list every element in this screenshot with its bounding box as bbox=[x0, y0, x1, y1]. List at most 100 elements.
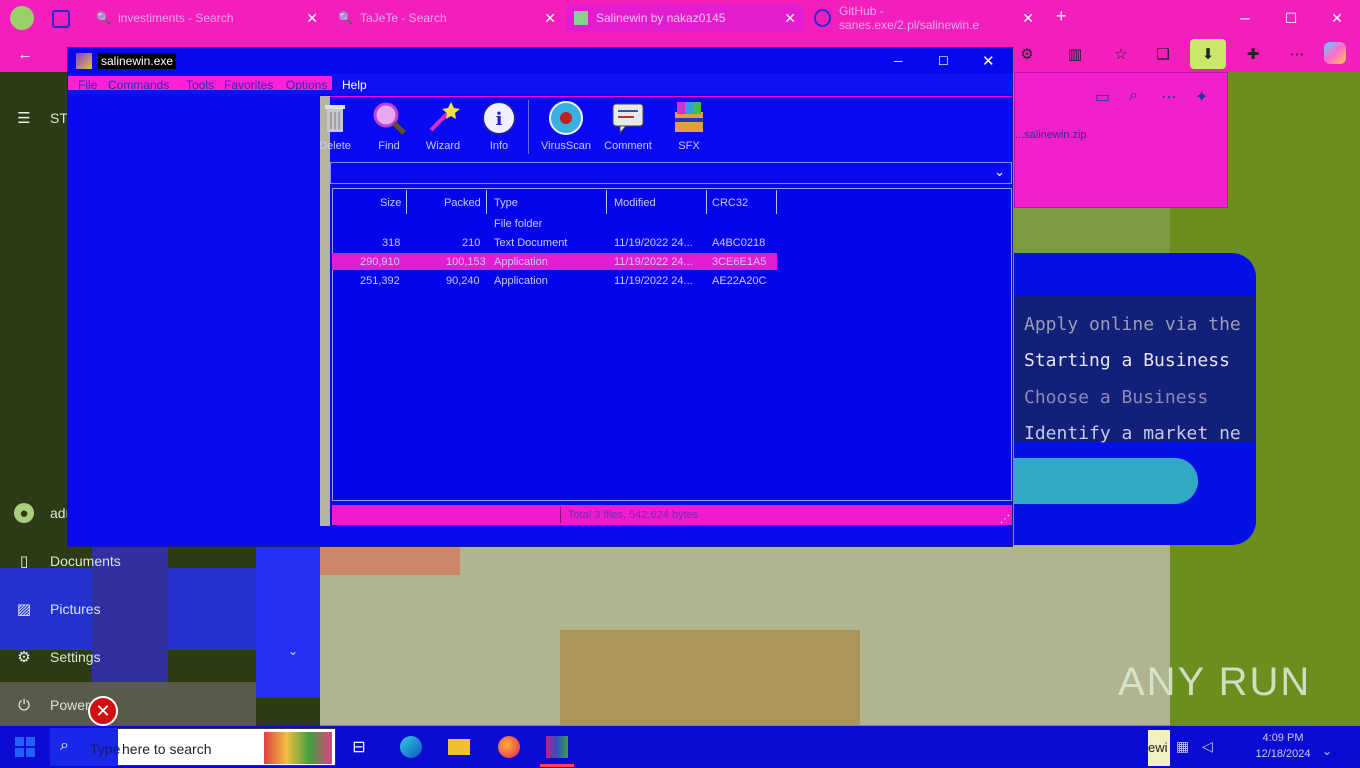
pin-icon[interactable]: ✦ bbox=[1195, 87, 1208, 107]
column-crc[interactable]: CRC32 bbox=[712, 193, 748, 213]
download-icon[interactable]: ⬇ bbox=[1190, 39, 1226, 69]
menu-commands[interactable]: Commands bbox=[108, 78, 169, 92]
menu-favorites[interactable]: Favorites bbox=[224, 78, 273, 92]
trash-icon bbox=[325, 105, 345, 132]
tab-2[interactable]: 🔍 TaJeTe - Search ✕ bbox=[330, 4, 564, 32]
close-window-icon[interactable]: ✕ bbox=[1314, 0, 1360, 36]
tray-app-label[interactable]: ewi bbox=[1148, 730, 1170, 766]
row-4-crc: AE22A20C bbox=[712, 275, 767, 287]
back-icon[interactable]: ← bbox=[12, 42, 38, 66]
close-icon[interactable]: ✕ bbox=[544, 10, 556, 27]
download-item-name[interactable]: ...salinewin.zip bbox=[1015, 129, 1087, 141]
sfx-button[interactable]: SFX bbox=[664, 100, 714, 152]
close-icon[interactable]: ✕ bbox=[306, 10, 318, 27]
menu-help[interactable]: Help bbox=[342, 78, 367, 92]
profile-avatar[interactable] bbox=[10, 6, 34, 30]
more-icon[interactable]: ⋯ bbox=[1284, 42, 1310, 66]
column-packed[interactable]: Packed bbox=[444, 193, 481, 213]
close-icon[interactable]: ✕ bbox=[784, 10, 796, 27]
tab-4[interactable]: GitHub - sanes.exe/2.pl/salinewin.e ✕ bbox=[806, 4, 1042, 32]
collections-icon[interactable]: ❏ bbox=[1150, 42, 1176, 66]
start-item-label: Pictures bbox=[50, 601, 101, 617]
column-type[interactable]: Type bbox=[494, 193, 518, 213]
app-icon bbox=[76, 53, 92, 69]
downloads-panel: ▭ ⌕ ⋯ ✦ ...salinewin.zip bbox=[1014, 72, 1228, 208]
taskbar-clock[interactable]: 4:09 PM 12/18/2024 bbox=[1240, 730, 1326, 762]
file-explorer-icon[interactable] bbox=[446, 734, 472, 760]
file-list bbox=[332, 188, 1012, 501]
card-line-2[interactable]: Starting a Business bbox=[1024, 350, 1230, 371]
find-button[interactable]: Find bbox=[364, 100, 414, 152]
chevron-down-icon[interactable]: ⌄ bbox=[994, 164, 1005, 180]
start-item-label: Power bbox=[50, 697, 90, 713]
search-icon[interactable]: ⌕ bbox=[1129, 87, 1138, 105]
notification-icon[interactable]: ⌄ bbox=[1322, 744, 1332, 758]
split-screen-icon[interactable]: ▥ bbox=[1062, 42, 1088, 66]
menu-file[interactable]: File bbox=[78, 78, 97, 92]
firefox-icon[interactable] bbox=[496, 734, 522, 760]
row-3-size[interactable]: 290,910 bbox=[360, 256, 400, 268]
row-4-size[interactable]: 251,392 bbox=[360, 275, 400, 287]
row-4-packed: 90,240 bbox=[446, 275, 480, 287]
card-line-4[interactable]: Identify a market ne bbox=[1024, 423, 1241, 444]
wizard-button[interactable]: Wizard bbox=[418, 100, 468, 152]
tray-volume-icon[interactable]: ◁ bbox=[1202, 738, 1213, 755]
delete-button[interactable]: Delete bbox=[310, 100, 360, 152]
favorites-icon[interactable]: ☆ bbox=[1108, 42, 1134, 66]
tab-1[interactable]: 🔍 investiments - Search ✕ bbox=[88, 4, 326, 32]
extensions-icon[interactable]: ✚ bbox=[1240, 42, 1266, 66]
column-size[interactable]: Size bbox=[380, 193, 401, 213]
app-maximize-icon[interactable]: ☐ bbox=[938, 54, 949, 68]
app-minimize-icon[interactable]: ─ bbox=[894, 54, 903, 68]
menu-options[interactable]: Options bbox=[286, 78, 327, 92]
virusscan-button[interactable]: VirusScan bbox=[538, 100, 594, 152]
card-line-1[interactable]: Apply online via the bbox=[1024, 314, 1241, 335]
resize-grip-icon[interactable]: ⋰ bbox=[1000, 514, 1010, 525]
hamburger-icon[interactable]: ☰ bbox=[14, 108, 34, 128]
folder-icon[interactable]: ▭ bbox=[1095, 87, 1110, 107]
extension-icon[interactable]: ⚙ bbox=[1014, 42, 1040, 66]
start-item-power[interactable]: ⏻ Power bbox=[14, 695, 90, 715]
winrar-icon[interactable] bbox=[544, 734, 570, 760]
start-item-pictures[interactable]: ▨ Pictures bbox=[14, 599, 101, 619]
chevron-down-icon[interactable]: ⌄ bbox=[288, 644, 298, 658]
search-icon: 🔍 bbox=[96, 11, 111, 25]
app-close-icon[interactable]: ✕ bbox=[982, 52, 995, 70]
minimize-icon[interactable]: ─ bbox=[1222, 0, 1268, 36]
column-modified[interactable]: Modified bbox=[614, 193, 656, 213]
task-view-icon[interactable]: ⊟ bbox=[346, 734, 372, 760]
start-item-settings[interactable]: ⚙ Settings bbox=[14, 647, 100, 667]
column-separator bbox=[606, 190, 607, 214]
search-placeholder: here to search bbox=[122, 741, 212, 757]
new-tab-button[interactable]: + bbox=[1056, 6, 1067, 27]
card-line-3[interactable]: Choose a Business bbox=[1024, 387, 1208, 408]
comment-icon bbox=[612, 103, 644, 135]
edge-icon[interactable] bbox=[398, 734, 424, 760]
more-icon[interactable]: ⋯ bbox=[1161, 87, 1177, 107]
error-icon: ✕ bbox=[88, 696, 118, 726]
row-1-type[interactable]: File folder bbox=[494, 218, 542, 230]
copilot-icon[interactable] bbox=[1324, 42, 1346, 64]
info-button[interactable]: i Info bbox=[474, 100, 524, 152]
card-action-button[interactable] bbox=[1014, 458, 1198, 504]
row-4-type: Application bbox=[494, 275, 548, 287]
window-controls: ─ ☐ ✕ bbox=[1222, 0, 1360, 36]
tab-3[interactable]: Salinewin by nakaz0145 ✕ bbox=[566, 4, 804, 32]
picture-icon: ▨ bbox=[16, 601, 32, 618]
path-dropdown[interactable]: ⌄ bbox=[330, 162, 1012, 184]
github-icon bbox=[814, 9, 832, 27]
info-icon: i bbox=[482, 101, 516, 135]
comment-button[interactable]: Comment bbox=[600, 100, 656, 152]
maximize-icon[interactable]: ☐ bbox=[1268, 0, 1314, 36]
power-icon: ⏻ bbox=[18, 696, 30, 714]
comment-label: Comment bbox=[604, 140, 652, 152]
start-item-documents[interactable]: ▯ Documents bbox=[14, 551, 121, 571]
workspaces-icon[interactable] bbox=[52, 10, 70, 28]
page-banner bbox=[320, 545, 460, 575]
menu-tools[interactable]: Tools bbox=[186, 78, 214, 92]
close-icon[interactable]: ✕ bbox=[1022, 10, 1034, 27]
row-2-size[interactable]: 318 bbox=[382, 237, 400, 249]
windows-start-icon[interactable] bbox=[12, 734, 38, 760]
row-4-modified: 11/19/2022 24... bbox=[614, 275, 693, 287]
tray-network-icon[interactable]: ▦ bbox=[1176, 738, 1189, 755]
